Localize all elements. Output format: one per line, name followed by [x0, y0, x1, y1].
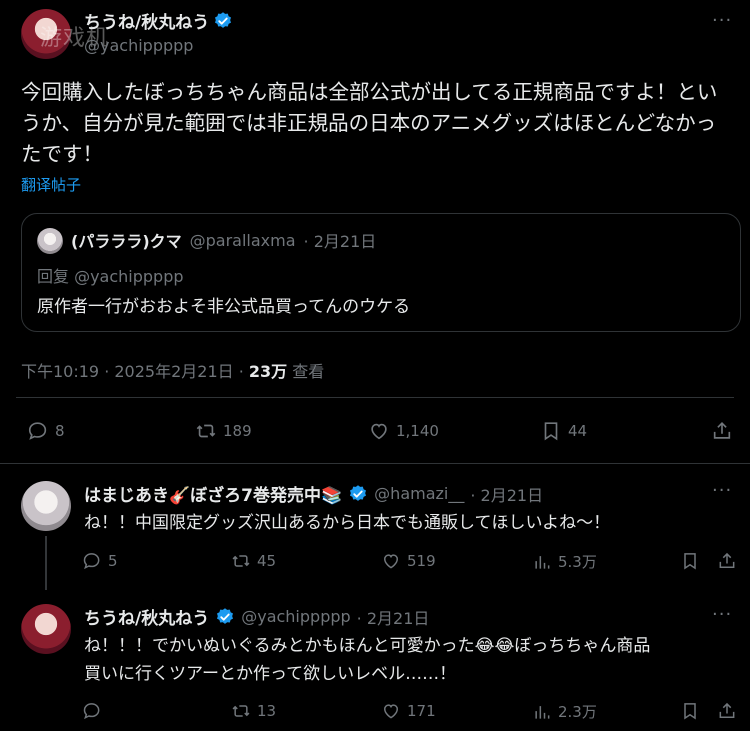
more-options-icon[interactable]: ··· — [712, 604, 732, 625]
handle[interactable]: @hamazi__ — [374, 484, 464, 503]
divider — [16, 397, 734, 398]
retweet-button[interactable]: 189 — [195, 420, 252, 442]
share-icon — [719, 552, 735, 568]
quoted-date: · 2月21日 — [303, 232, 377, 251]
views-count: 23万 — [248, 362, 288, 381]
heart-icon — [371, 423, 387, 440]
reply-count: 5 — [108, 552, 118, 570]
author-line: ちうね/秋丸ねう @yachippppp · 2月21日 — [84, 604, 429, 629]
like-button[interactable]: 519 — [381, 551, 436, 571]
translate-post-link[interactable]: 翻译帖子 — [21, 174, 81, 195]
reply-icon — [83, 553, 100, 570]
author-line: ちうね/秋丸ねう — [84, 8, 233, 33]
verified-badge-icon — [350, 484, 367, 501]
retweet-icon — [232, 555, 250, 567]
divider — [0, 463, 750, 464]
views-chart-icon — [535, 705, 550, 719]
share-icon — [719, 702, 735, 718]
retweet-count: 13 — [257, 702, 277, 720]
reply-button[interactable] — [82, 701, 108, 721]
quoted-reply-to: 回复 @yachippppp — [37, 267, 184, 286]
like-count: 1,140 — [396, 422, 439, 440]
bookmark-button[interactable] — [680, 551, 700, 571]
tweet-text: ね！！中国限定グッズ沢山あるから日本でも通販してほしいよね〜！ — [84, 513, 611, 533]
display-name[interactable]: ちうね/秋丸ねう — [84, 604, 209, 629]
retweet-count: 45 — [257, 552, 277, 570]
post-date[interactable]: · 2月21日 — [470, 482, 543, 506]
retweet-button[interactable]: 13 — [231, 701, 276, 721]
reply-icon — [28, 422, 47, 440]
bookmark-button[interactable] — [680, 701, 700, 721]
bookmark-icon — [684, 703, 696, 720]
share-button[interactable] — [717, 701, 737, 721]
views-button[interactable]: 5.3万 — [532, 551, 597, 572]
bookmark-icon — [544, 422, 558, 441]
tweet-text-line-2: 買いに行くツアーとか作って欲しいレベル……！ — [84, 664, 457, 684]
post-date[interactable]: · 2月21日 — [357, 605, 430, 629]
retweet-icon — [232, 705, 250, 717]
quoted-display-name: (パラララ)クマ — [71, 232, 182, 251]
quoted-text: 原作者一行がおおよそ非公式品買ってんのウケる — [37, 297, 411, 317]
quoted-author-line: (パラララ)クマ @parallaxma · 2月21日 — [71, 228, 376, 252]
verified-badge-icon — [215, 11, 232, 28]
thread-line — [45, 536, 47, 590]
verified-badge-icon — [217, 607, 234, 624]
handle[interactable]: @yachippppp — [241, 607, 350, 626]
views-button[interactable]: 2.3万 — [532, 701, 597, 722]
views-count: 5.3万 — [558, 553, 597, 571]
quoted-handle: @parallaxma — [189, 230, 296, 250]
display-name[interactable]: はまじあき🎸ぼざろ7巻発売中📚 — [84, 481, 342, 506]
bookmark-button[interactable]: 44 — [540, 420, 587, 442]
views-chart-icon — [535, 555, 550, 569]
share-button[interactable] — [717, 551, 737, 571]
views-count: 2.3万 — [558, 703, 597, 721]
retweet-count: 189 — [223, 422, 252, 440]
share-button[interactable] — [711, 420, 733, 442]
tweet-timestamp: 下午10:19 · 2025年2月21日 · 23万 查看 — [21, 358, 324, 382]
heart-icon — [383, 554, 399, 569]
like-button[interactable]: 1,140 — [368, 420, 439, 442]
like-count: 519 — [407, 552, 436, 570]
bookmark-count: 44 — [568, 422, 588, 440]
handle[interactable]: @yachippppp — [84, 36, 193, 55]
like-count: 171 — [407, 702, 436, 720]
timestamp-text[interactable]: 下午10:19 · 2025年2月21日 · — [21, 362, 249, 381]
views-label: 查看 — [287, 362, 325, 381]
avatar[interactable] — [21, 604, 71, 654]
reply-count: 8 — [55, 422, 65, 440]
tweet-text: 今回購入したぼっちちゃん商品は全部公式が出してる正規商品ですよ！というか、自分が… — [21, 80, 718, 166]
like-button[interactable]: 171 — [381, 701, 436, 721]
author-line: はまじあき🎸ぼざろ7巻発売中📚 @hamazi__ · 2月21日 — [84, 481, 543, 506]
display-name[interactable]: ちうね/秋丸ねう — [84, 8, 209, 33]
heart-icon — [383, 704, 399, 719]
bookmark-icon — [684, 553, 696, 570]
tweet-text-line-1: ね！！！でかいぬいぐるみとかもほんと可愛かった😂😂ぼっちちゃん商品 — [84, 636, 651, 656]
quoted-avatar — [37, 228, 63, 254]
reply-button[interactable]: 5 — [82, 551, 118, 571]
share-icon — [713, 422, 731, 439]
reply-button[interactable]: 8 — [27, 420, 65, 442]
reply-icon — [83, 703, 100, 720]
retweet-icon — [196, 424, 216, 438]
retweet-button[interactable]: 45 — [231, 551, 276, 571]
avatar[interactable] — [21, 481, 71, 531]
more-options-icon[interactable]: ··· — [712, 480, 732, 501]
more-options-icon[interactable]: ··· — [712, 10, 732, 31]
